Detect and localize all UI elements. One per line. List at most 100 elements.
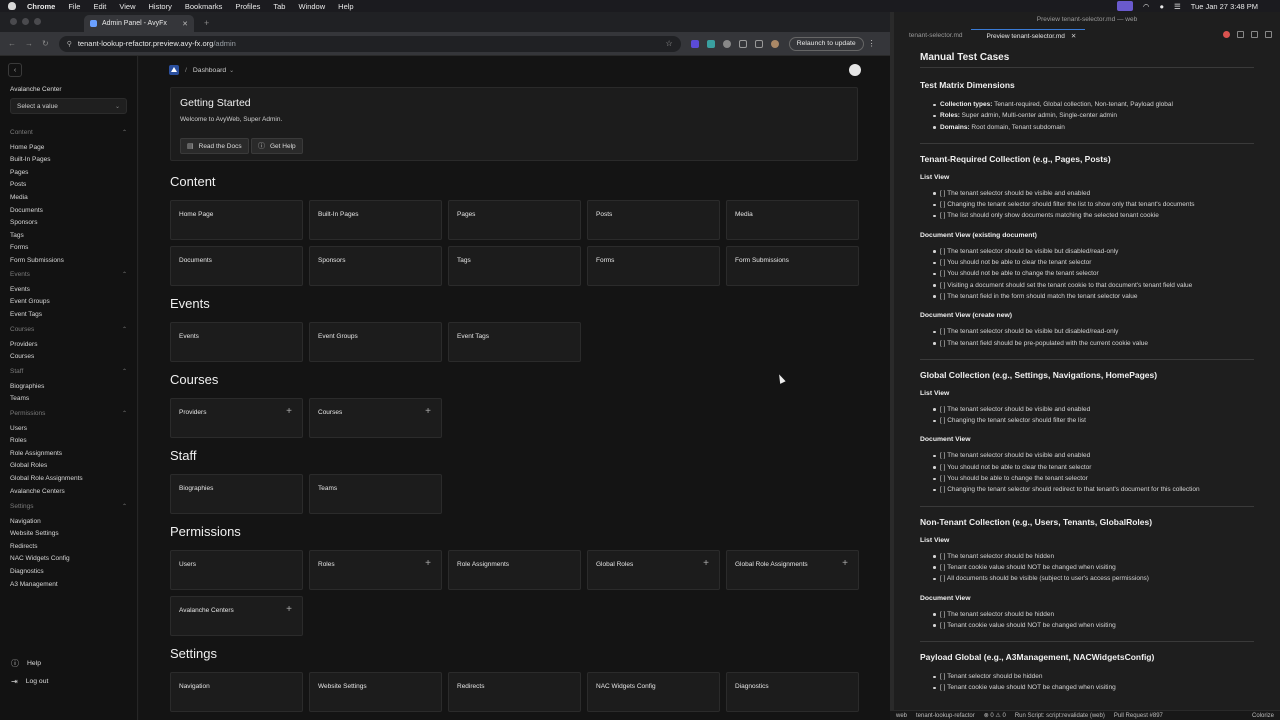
extension-2-icon[interactable] bbox=[706, 39, 715, 48]
collapse-sidebar-button[interactable]: ‹ bbox=[8, 63, 22, 77]
sidebar-item-navigation[interactable]: Navigation bbox=[10, 516, 127, 529]
sidebar-item-documents[interactable]: Documents bbox=[10, 205, 127, 218]
card-sponsors[interactable]: Sponsors bbox=[309, 246, 442, 286]
sidebar-item-biographies[interactable]: Biographies bbox=[10, 381, 127, 394]
card-events[interactable]: Events bbox=[170, 322, 303, 362]
sidebar-item-avalanche-centers[interactable]: Avalanche Centers bbox=[10, 486, 127, 499]
menu-history[interactable]: History bbox=[149, 2, 172, 11]
sidebar-item-sponsors[interactable]: Sponsors bbox=[10, 217, 127, 230]
sidebar-item-website-settings[interactable]: Website Settings bbox=[10, 528, 127, 541]
sidebar-item-role-assignments[interactable]: Role Assignments bbox=[10, 448, 127, 461]
card-home-page[interactable]: Home Page bbox=[170, 200, 303, 240]
status-item[interactable]: ⊗ 0 ⚠ 0 bbox=[984, 712, 1006, 719]
create-new-icon[interactable]: + bbox=[286, 406, 292, 417]
sidebar-item-a3-management[interactable]: A3 Management bbox=[10, 579, 127, 592]
create-new-icon[interactable]: + bbox=[842, 558, 848, 569]
zoom-window-icon[interactable] bbox=[34, 18, 41, 25]
sidebar-item-providers[interactable]: Providers bbox=[10, 339, 127, 352]
open-source-icon[interactable] bbox=[1251, 31, 1258, 38]
forward-arrow-icon[interactable]: → bbox=[25, 39, 33, 48]
card-redirects[interactable]: Redirects bbox=[448, 672, 581, 712]
menu-profiles[interactable]: Profiles bbox=[235, 2, 260, 11]
menu-window[interactable]: Window bbox=[298, 2, 325, 11]
breadcrumb-dashboard[interactable]: Dashboard bbox=[193, 67, 226, 74]
menu-help[interactable]: Help bbox=[338, 2, 353, 11]
status-item[interactable]: Pull Request #897 bbox=[1114, 713, 1163, 719]
tab-preview-tenant-selector-md[interactable]: Preview tenant-selector.md ✕ bbox=[971, 29, 1086, 43]
card-event-groups[interactable]: Event Groups bbox=[309, 322, 442, 362]
sidebar-item-event-tags[interactable]: Event Tags bbox=[10, 309, 127, 322]
sidebar-item-redirects[interactable]: Redirects bbox=[10, 541, 127, 554]
bookmark-star-icon[interactable]: ☆ bbox=[666, 39, 673, 48]
card-nac-widgets-config[interactable]: NAC Widgets Config bbox=[587, 672, 720, 712]
record-icon[interactable] bbox=[1223, 31, 1230, 38]
more-actions-icon[interactable] bbox=[1265, 31, 1272, 38]
relaunch-button[interactable]: Relaunch to update bbox=[788, 36, 864, 51]
card-users[interactable]: Users bbox=[170, 550, 303, 590]
sidebar-item-events[interactable]: Events bbox=[10, 284, 127, 297]
chevron-up-icon[interactable]: ⌃ bbox=[122, 326, 127, 339]
menu-app-name[interactable]: Chrome bbox=[27, 2, 55, 11]
status-item[interactable]: tenant-lookup-refactor bbox=[916, 713, 975, 719]
reload-icon[interactable]: ↻ bbox=[42, 39, 49, 48]
sidebar-item-form-submissions[interactable]: Form Submissions bbox=[10, 255, 127, 268]
apple-icon[interactable] bbox=[8, 2, 16, 10]
sidebar-item-nac-widgets-config[interactable]: NAC Widgets Config bbox=[10, 553, 127, 566]
menu-file[interactable]: File bbox=[68, 2, 80, 11]
sidebar-item-diagnostics[interactable]: Diagnostics bbox=[10, 566, 127, 579]
card-courses[interactable]: Courses + bbox=[309, 398, 442, 438]
sidebar-item-tags[interactable]: Tags bbox=[10, 230, 127, 243]
card-roles[interactable]: Roles + bbox=[309, 550, 442, 590]
clock[interactable]: Tue Jan 27 3:48 PM bbox=[1191, 2, 1258, 11]
menu-bookmarks[interactable]: Bookmarks bbox=[185, 2, 223, 11]
sidebar-item-built-in-pages[interactable]: Built-In Pages bbox=[10, 154, 127, 167]
new-tab-icon[interactable]: + bbox=[204, 18, 209, 28]
card-pages[interactable]: Pages bbox=[448, 200, 581, 240]
card-website-settings[interactable]: Website Settings bbox=[309, 672, 442, 712]
read-docs-button[interactable]: ▤ Read the Docs bbox=[180, 138, 249, 154]
chevron-up-icon[interactable]: ⌃ bbox=[122, 503, 127, 516]
menu-view[interactable]: View bbox=[119, 2, 135, 11]
card-media[interactable]: Media bbox=[726, 200, 859, 240]
create-new-icon[interactable]: + bbox=[286, 604, 292, 615]
sidebar-item-users[interactable]: Users bbox=[10, 423, 127, 436]
sidebar-item-courses[interactable]: Courses bbox=[10, 351, 127, 364]
sidebar-item-media[interactable]: Media bbox=[10, 192, 127, 205]
sidebar-group-header[interactable]: Content ⌃ bbox=[10, 129, 127, 142]
card-navigation[interactable]: Navigation bbox=[170, 672, 303, 712]
card-built-in-pages[interactable]: Built-In Pages bbox=[309, 200, 442, 240]
sidebar-item-roles[interactable]: Roles bbox=[10, 435, 127, 448]
card-biographies[interactable]: Biographies bbox=[170, 474, 303, 514]
close-tab-icon[interactable]: ✕ bbox=[1071, 33, 1076, 40]
wifi-icon[interactable]: ◠ bbox=[1143, 2, 1150, 11]
chevron-up-icon[interactable]: ⌃ bbox=[122, 271, 127, 284]
sidebar-item-global-roles[interactable]: Global Roles bbox=[10, 460, 127, 473]
card-posts[interactable]: Posts bbox=[587, 200, 720, 240]
status-colorize[interactable]: Colorize bbox=[1252, 713, 1274, 719]
minimize-window-icon[interactable] bbox=[22, 18, 29, 25]
browser-tab-active[interactable]: Admin Panel - AvyFx ✕ bbox=[84, 15, 194, 32]
extension-4-icon[interactable] bbox=[738, 39, 747, 48]
card-forms[interactable]: Forms bbox=[587, 246, 720, 286]
sidebar-item-pages[interactable]: Pages bbox=[10, 167, 127, 180]
card-role-assignments[interactable]: Role Assignments bbox=[448, 550, 581, 590]
create-new-icon[interactable]: + bbox=[425, 558, 431, 569]
user-avatar[interactable] bbox=[849, 64, 861, 76]
back-arrow-icon[interactable]: ← bbox=[8, 39, 16, 48]
extensions-puzzle-icon[interactable] bbox=[754, 39, 763, 48]
profile-avatar-icon[interactable] bbox=[770, 39, 779, 48]
split-editor-icon[interactable] bbox=[1237, 31, 1244, 38]
dot-icon[interactable]: ● bbox=[1159, 2, 1164, 11]
sidebar-group-header[interactable]: Settings ⌃ bbox=[10, 503, 127, 516]
card-event-tags[interactable]: Event Tags bbox=[448, 322, 581, 362]
sidebar-group-header[interactable]: Permissions ⌃ bbox=[10, 410, 127, 423]
chevron-down-icon[interactable]: ⌄ bbox=[229, 67, 234, 74]
create-new-icon[interactable]: + bbox=[425, 406, 431, 417]
card-tags[interactable]: Tags bbox=[448, 246, 581, 286]
card-global-roles[interactable]: Global Roles + bbox=[587, 550, 720, 590]
get-help-button[interactable]: ⓘ Get Help bbox=[251, 138, 303, 154]
menu-tab[interactable]: Tab bbox=[273, 2, 285, 11]
create-new-icon[interactable]: + bbox=[703, 558, 709, 569]
tab-tenant-selector-md[interactable]: tenant-selector.md bbox=[894, 29, 971, 43]
extension-1-icon[interactable] bbox=[690, 39, 699, 48]
